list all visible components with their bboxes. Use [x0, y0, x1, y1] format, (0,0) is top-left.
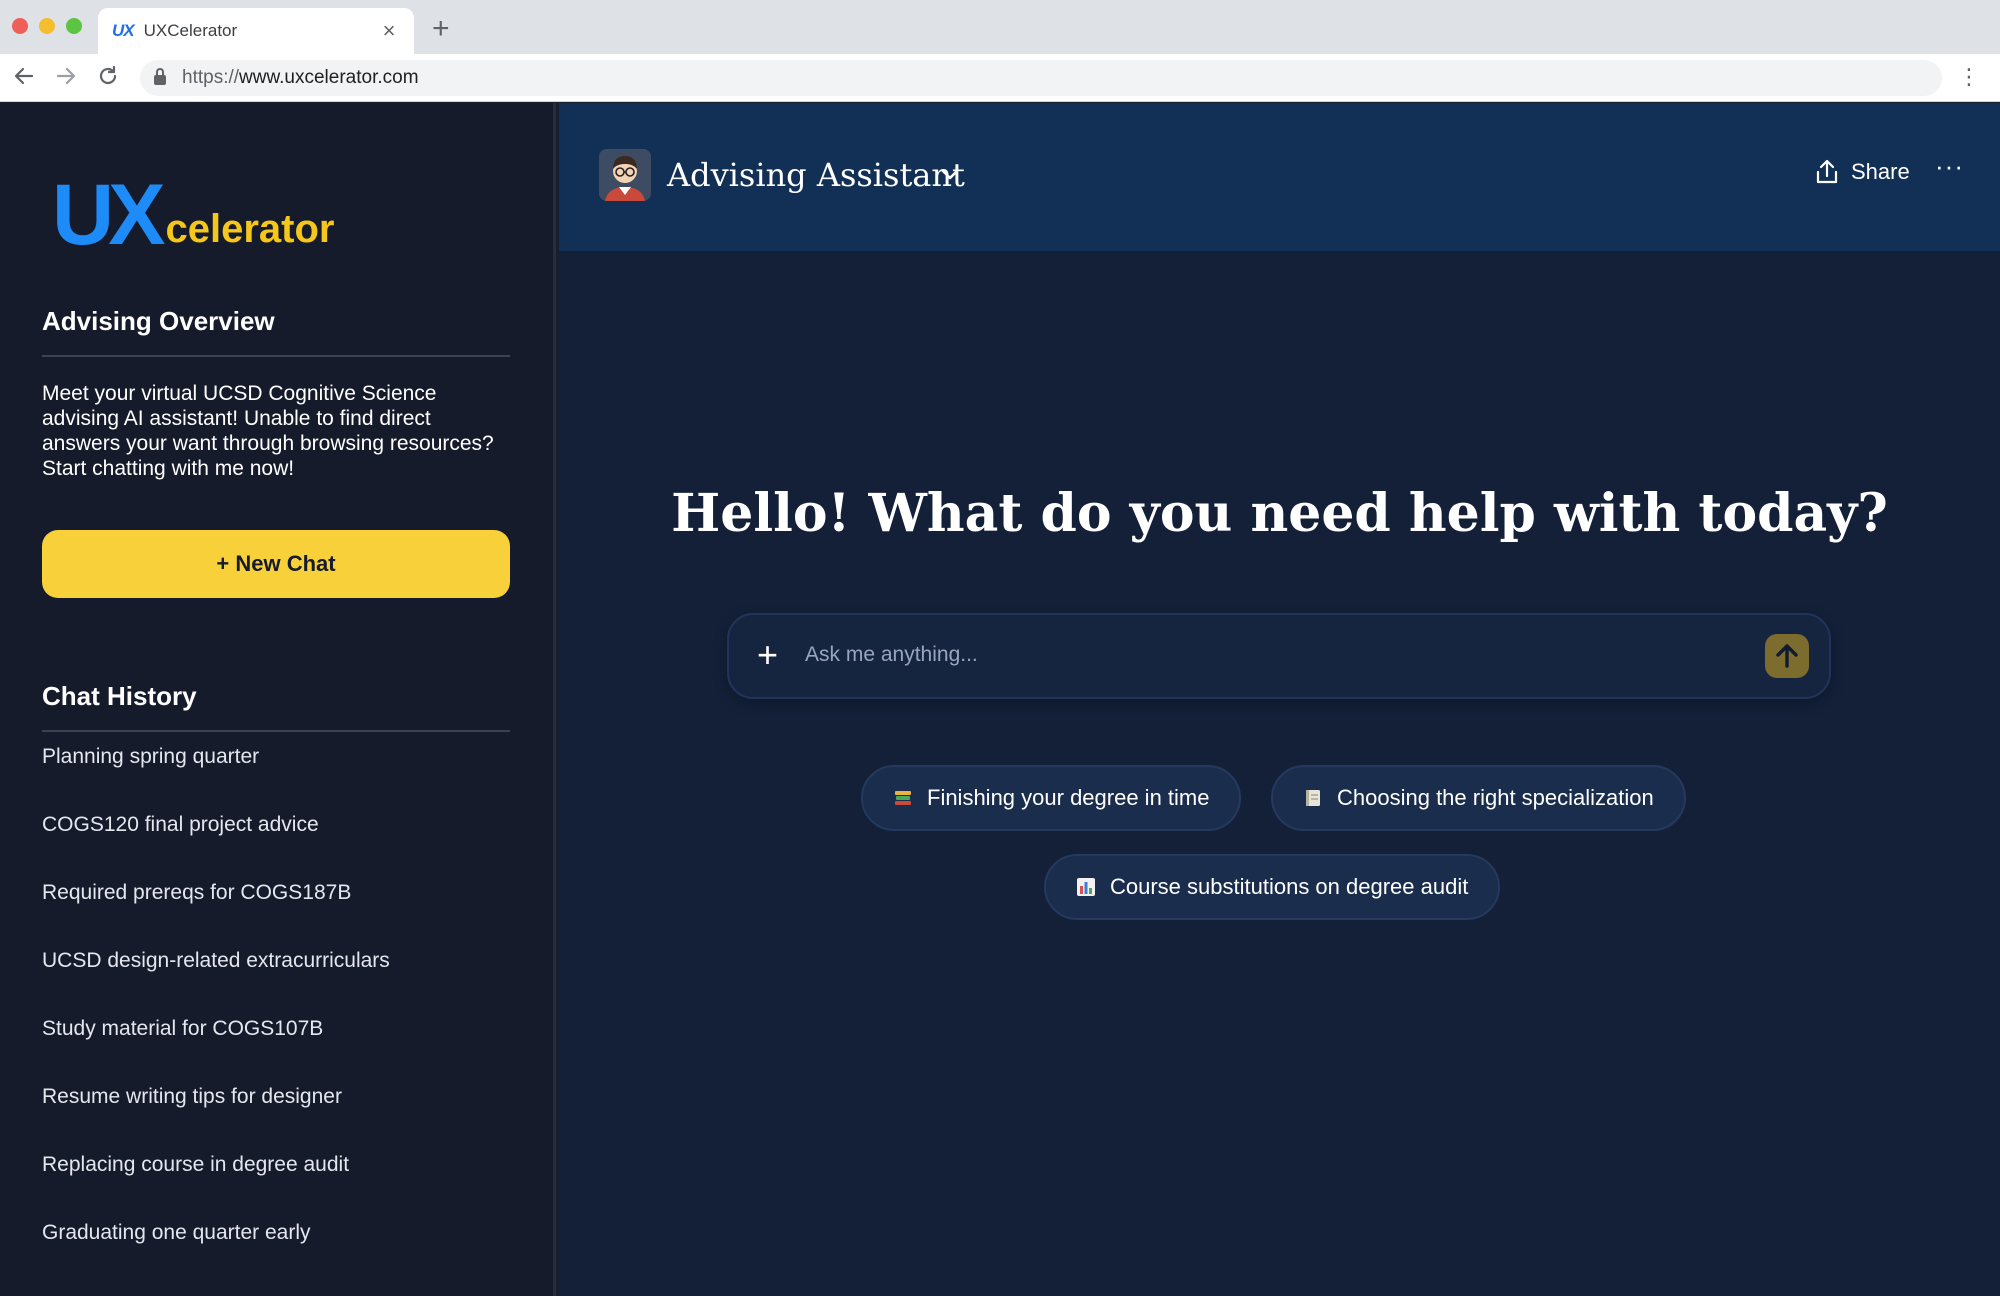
- advising-overview-text: Meet your virtual UCSD Cognitive Science…: [42, 382, 494, 480]
- assistant-avatar: [599, 149, 651, 201]
- chat-history-list: Planning spring quarter COGS120 final pr…: [42, 745, 510, 1289]
- chat-history-item[interactable]: Required prereqs for COGS187B: [42, 881, 510, 949]
- chat-input-box: +: [727, 613, 1831, 699]
- suggestion-label: Choosing the right specialization: [1337, 785, 1654, 810]
- chat-history-item[interactable]: COGS120 final project advice: [42, 813, 510, 881]
- browser-address-bar: https://www.uxcelerator.com ⋮: [0, 54, 2000, 102]
- notebook-icon: [1306, 790, 1320, 806]
- share-icon: [1816, 159, 1838, 184]
- minimize-window-button[interactable]: [39, 18, 55, 34]
- tab-title: UXCelerator: [143, 21, 238, 40]
- browser-tab-bar: UX UXCelerator × +: [0, 0, 2000, 54]
- chat-history-item[interactable]: UCSD design-related extracurriculars: [42, 949, 510, 1017]
- new-tab-icon[interactable]: +: [432, 14, 450, 44]
- maximize-window-button[interactable]: [66, 18, 82, 34]
- bar-chart-icon: [1077, 878, 1095, 896]
- lock-icon: [154, 68, 166, 85]
- close-window-button[interactable]: [12, 18, 28, 34]
- suggestion-label: Course substitutions on degree audit: [1110, 874, 1469, 899]
- attach-plus-icon[interactable]: +: [757, 637, 778, 673]
- url-text: https://www.uxcelerator.com: [182, 67, 419, 88]
- sidebar: UX celerator Advising Overview Meet your…: [0, 103, 556, 1296]
- chat-history-item[interactable]: Graduating one quarter early: [42, 1221, 510, 1289]
- window-controls: [12, 18, 82, 34]
- advising-overview-heading: Advising Overview: [42, 306, 510, 357]
- assistant-avatar-icon: [599, 149, 651, 201]
- chat-history-heading: Chat History: [42, 681, 510, 732]
- chat-history-item[interactable]: Replacing course in degree audit: [42, 1153, 510, 1221]
- send-button[interactable]: [1765, 634, 1809, 678]
- chat-input[interactable]: [805, 635, 1705, 675]
- assistant-title[interactable]: Advising Assistant: [667, 155, 965, 195]
- logo-ux: UX: [52, 167, 165, 263]
- share-label: Share: [1851, 159, 1910, 184]
- suggestion-chip-specialization[interactable]: Choosing the right specialization: [1271, 765, 1686, 831]
- favicon-icon: UX: [112, 21, 135, 40]
- suggestion-label: Finishing your degree in time: [927, 785, 1210, 810]
- new-chat-button[interactable]: + New Chat: [42, 530, 510, 598]
- books-icon: [895, 791, 911, 805]
- url-field[interactable]: https://www.uxcelerator.com: [140, 60, 1942, 96]
- chat-history-item[interactable]: Planning spring quarter: [42, 745, 510, 813]
- share-button[interactable]: Share: [1815, 159, 1910, 185]
- browser-tab[interactable]: UX UXCelerator ×: [98, 8, 414, 54]
- arrow-up-icon: [1776, 644, 1798, 668]
- uxcelerator-logo: UX celerator: [52, 167, 335, 263]
- logo-celerator: celerator: [165, 207, 335, 251]
- browser-menu-icon[interactable]: ⋮: [1958, 66, 1980, 88]
- back-arrow-icon[interactable]: [12, 64, 36, 95]
- more-options-icon[interactable]: ···: [1935, 153, 1964, 179]
- reload-icon[interactable]: [96, 64, 120, 95]
- close-tab-icon[interactable]: ×: [378, 20, 400, 42]
- greeting-title: Hello! What do you need help with today?: [671, 483, 1888, 544]
- forward-arrow-icon[interactable]: [54, 64, 78, 95]
- chat-header: Advising Assistant Share ···: [559, 103, 2000, 251]
- chat-main: Hello! What do you need help with today?…: [559, 251, 2000, 1296]
- chat-history-item[interactable]: Study material for COGS107B: [42, 1017, 510, 1085]
- suggestion-chip-finish-degree[interactable]: Finishing your degree in time: [861, 765, 1242, 831]
- suggestion-chip-course-substitutions[interactable]: Course substitutions on degree audit: [1044, 854, 1501, 920]
- chevron-down-icon[interactable]: [939, 163, 961, 190]
- chat-history-item[interactable]: Resume writing tips for designer: [42, 1085, 510, 1153]
